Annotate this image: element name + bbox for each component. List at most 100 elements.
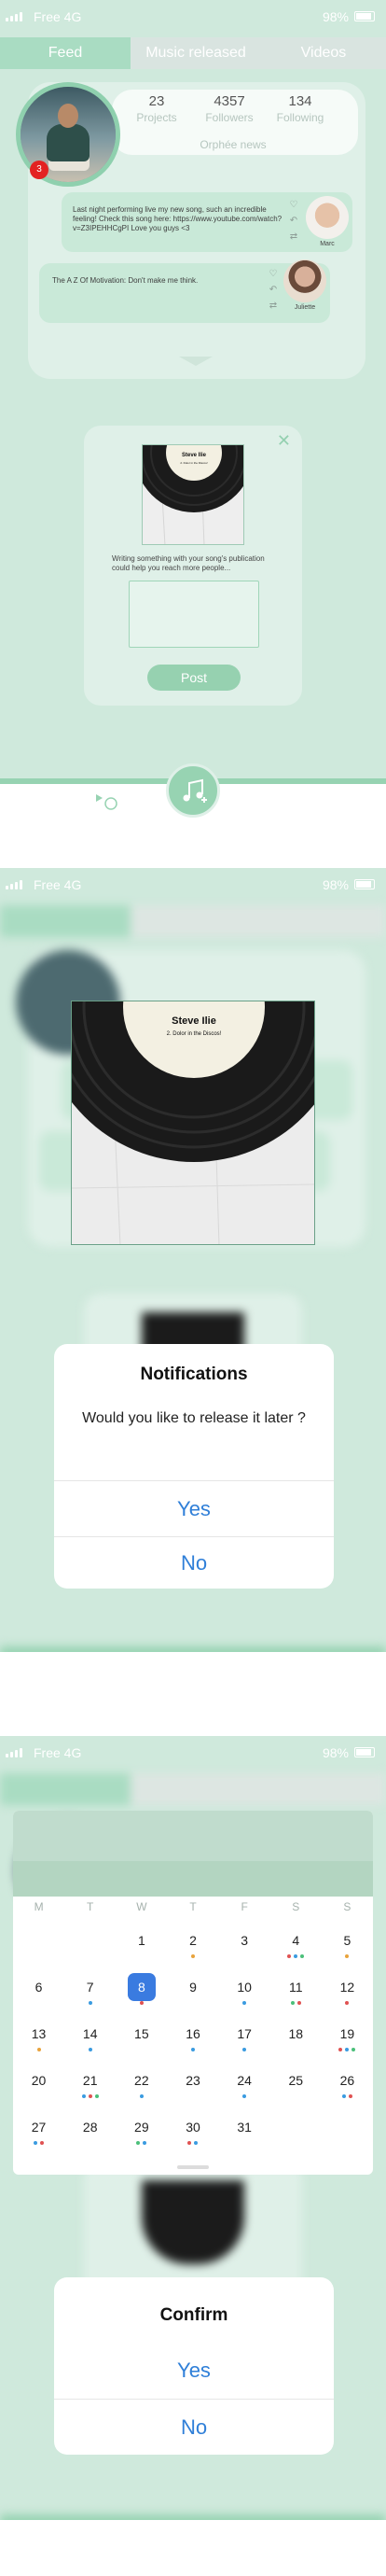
event-dots xyxy=(167,2141,218,2145)
post-text-input[interactable] xyxy=(129,581,259,648)
calendar-day[interactable]: 28 xyxy=(64,2113,116,2160)
reply-icon[interactable]: ↶ xyxy=(269,285,277,295)
tab-feed[interactable]: Feed xyxy=(0,37,131,69)
event-dot xyxy=(88,2001,92,2005)
repost-icon[interactable]: ⇄ xyxy=(269,301,277,311)
stat-value: 23 xyxy=(148,93,165,109)
yes-button[interactable]: Yes xyxy=(54,1480,334,1536)
top-tabs: Feed Music released Videos xyxy=(0,37,386,69)
event-dots xyxy=(13,2048,64,2051)
collapse-handle[interactable] xyxy=(179,357,213,366)
add-music-button[interactable] xyxy=(166,763,220,818)
calendar-day[interactable]: 25 xyxy=(270,2066,322,2113)
day-number: 19 xyxy=(339,2026,355,2041)
event-dots xyxy=(167,2048,218,2051)
day-number: 6 xyxy=(34,1980,43,1995)
nav-export[interactable]: Export xyxy=(78,786,125,822)
calendar-day[interactable]: 5 xyxy=(322,1926,373,1973)
status-bar: Free 4G 98% xyxy=(0,868,386,902)
calendar-day[interactable]: 12 xyxy=(322,1973,373,2020)
calendar-day[interactable]: 11 xyxy=(270,1973,322,2020)
calendar-day[interactable]: 31 xyxy=(219,2113,270,2160)
event-dots xyxy=(64,2048,116,2051)
yes-button[interactable]: Yes xyxy=(54,2343,334,2399)
calendar-day[interactable]: 1 xyxy=(116,1926,167,1973)
event-dot xyxy=(88,2048,92,2051)
nav-cloud[interactable]: Cloud xyxy=(265,786,311,822)
event-dot xyxy=(40,2141,45,2145)
calendar-day[interactable]: 15 xyxy=(116,2020,167,2066)
reply-icon[interactable]: ↶ xyxy=(290,216,297,226)
calendar-day[interactable]: 4 xyxy=(270,1926,322,1973)
event-dot xyxy=(345,1954,350,1958)
heart-icon[interactable]: ♡ xyxy=(290,200,298,210)
event-dot xyxy=(352,2048,356,2051)
calendar-day[interactable]: 24 xyxy=(219,2066,270,2113)
calendar-grip[interactable] xyxy=(177,2165,209,2169)
repost-icon[interactable]: ⇄ xyxy=(290,231,297,242)
cover-track: 2. Dolor in the Discos! xyxy=(167,1031,222,1037)
author-avatar[interactable] xyxy=(306,196,349,239)
calendar-day[interactable]: 7 xyxy=(64,1973,116,2020)
stat-followers[interactable]: 4357 Followers xyxy=(192,93,267,124)
calendar-day[interactable]: 23 xyxy=(167,2066,218,2113)
status-bar: Free 4G 98% xyxy=(0,1736,386,1770)
calendar-day[interactable]: 21 xyxy=(64,2066,116,2113)
event-dot xyxy=(242,2001,247,2005)
calendar-day[interactable]: 20 xyxy=(13,2066,64,2113)
release-later-dialog: Notifications Would you like to release … xyxy=(54,1344,334,1589)
event-dots xyxy=(270,2001,322,2005)
tab-music-released[interactable]: Music released xyxy=(131,37,261,69)
news-item[interactable]: The A Z Of Motivation: Don't make me thi… xyxy=(39,259,330,323)
calendar-day[interactable]: 2 xyxy=(167,1926,218,1973)
nav-account[interactable]: Account xyxy=(324,786,371,822)
heart-icon[interactable]: ♡ xyxy=(269,269,278,279)
notification-badge[interactable]: 3 xyxy=(30,161,48,179)
close-icon[interactable]: ✕ xyxy=(277,431,291,451)
calendar-day[interactable]: 27 xyxy=(13,2113,64,2160)
event-dots xyxy=(219,2094,270,2098)
calendar-day[interactable]: 9 xyxy=(167,1973,218,2020)
calendar-day[interactable]: 10 xyxy=(219,1973,270,2020)
dialog-title: Confirm xyxy=(159,2305,228,2325)
event-dot xyxy=(36,2048,41,2051)
day-number: 14 xyxy=(82,2026,98,2041)
no-button[interactable]: No xyxy=(54,2399,334,2455)
calendar-day[interactable]: 19 xyxy=(322,2020,373,2066)
calendar-day[interactable]: 17 xyxy=(219,2020,270,2066)
calendar-day[interactable]: 22 xyxy=(116,2066,167,2113)
calendar-day[interactable]: 26 xyxy=(322,2066,373,2113)
no-button[interactable]: No xyxy=(54,1536,334,1589)
calendar-day[interactable]: 14 xyxy=(64,2020,116,2066)
post-button[interactable]: Post xyxy=(147,665,241,691)
news-actions: ♡ ↶ ⇄ xyxy=(267,269,280,311)
dialog-message: Would you like to release it later ? xyxy=(82,1410,306,1426)
news-text: Last night performing live my new song, … xyxy=(73,205,283,232)
calendar-day[interactable]: 6 xyxy=(13,1973,64,2020)
stat-following[interactable]: 134 Following xyxy=(263,93,338,124)
tab-videos[interactable]: Videos xyxy=(261,37,386,69)
calendar-day[interactable]: 30 xyxy=(167,2113,218,2160)
event-dots xyxy=(322,2001,373,2005)
stat-projects[interactable]: 23 Projects xyxy=(119,93,194,124)
calendar-day[interactable]: 3 xyxy=(219,1926,270,1973)
author-avatar[interactable] xyxy=(283,259,326,302)
day-number: 12 xyxy=(339,1980,355,1995)
calendar-day[interactable]: 8 xyxy=(116,1973,167,2020)
day-number: 31 xyxy=(237,2120,252,2135)
calendar-day[interactable]: 29 xyxy=(116,2113,167,2160)
news-text: The A Z Of Motivation: Don't make me thi… xyxy=(52,276,199,285)
event-dot xyxy=(81,2094,86,2098)
person-icon xyxy=(337,787,359,810)
event-dots xyxy=(219,2048,270,2051)
status-bar: Free 4G 98% xyxy=(0,0,386,34)
news-item[interactable]: Last night performing live my new song, … xyxy=(62,192,352,252)
signal-icon xyxy=(6,1748,22,1757)
weekday-label: T xyxy=(189,1900,197,1913)
calendar-day[interactable]: 16 xyxy=(167,2020,218,2066)
nav-social[interactable]: Social xyxy=(19,786,65,822)
calendar-day[interactable]: 13 xyxy=(13,2020,64,2066)
calendar-day[interactable]: 18 xyxy=(270,2020,322,2066)
event-dot xyxy=(139,2001,144,2005)
cover-track: 2. Dolor in the Discos! xyxy=(180,461,208,465)
